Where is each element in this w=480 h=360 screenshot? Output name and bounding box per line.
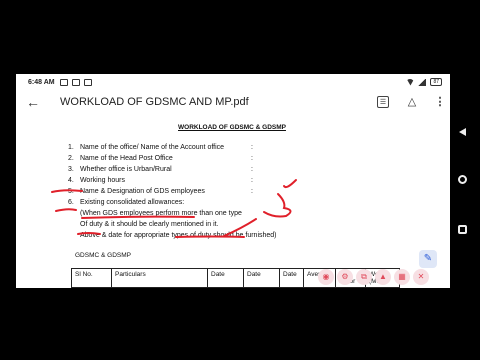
item-number: 4. (68, 177, 74, 184)
phone-screen: 6:48 AM 87 ← WORKLOAD OF GDSMC AND MP.pd… (16, 74, 450, 288)
table-header: Date (279, 268, 304, 288)
table-header: Particulars (111, 268, 208, 288)
close-icon[interactable]: ✕ (413, 269, 429, 285)
nav-back-icon[interactable] (459, 128, 466, 136)
item-number: 5. (68, 188, 74, 195)
notification-icon (84, 79, 92, 86)
status-bar: 6:48 AM 87 (16, 74, 450, 92)
note-line: Above & date for appropriate types of du… (80, 232, 277, 239)
ink-stroke (55, 208, 77, 212)
list-item: 5. Name & Designation of GDS employees (68, 188, 205, 195)
camera-icon[interactable]: ◉ (318, 269, 334, 285)
document-heading: WORKLOAD OF GDSMC & GDSMP (178, 124, 286, 131)
table-header: Date (207, 268, 244, 288)
item-text: Name & Designation of GDS employees (79, 188, 205, 195)
item-number: 6. (68, 199, 74, 206)
battery-icon: 87 (430, 78, 442, 86)
notification-icon (60, 79, 68, 86)
colon: : (251, 177, 253, 184)
nav-recent-icon[interactable] (458, 225, 467, 234)
list-item: 4. Working hours (68, 177, 125, 184)
item-number: 2. (68, 155, 74, 162)
item-number: 3. (68, 166, 74, 173)
list-item: 1. Name of the office/ Name of the Accou… (68, 144, 224, 151)
status-time: 6:48 AM (28, 79, 55, 86)
android-nav-bar (456, 120, 470, 260)
item-number: 1. (68, 144, 74, 151)
wifi-icon (406, 78, 415, 86)
pencil-icon[interactable]: ✎ (419, 250, 437, 268)
nav-home-icon[interactable] (458, 175, 467, 184)
pdf-page: WORKLOAD OF GDSMC & GDSMP 1. Name of the… (16, 116, 450, 288)
annotation-toolbar: ◉ ⚙ ⧉ ▲ ▦ ✕ (318, 269, 429, 285)
notification-icon (72, 79, 80, 86)
more-vert-icon[interactable]: ⋮ (434, 96, 446, 108)
page-number-icon[interactable]: ☰ (377, 96, 389, 108)
colon: : (251, 155, 253, 162)
ink-stroke (263, 193, 292, 218)
table-header: Sl No. (71, 268, 112, 288)
add-to-drive-icon[interactable]: △ (406, 96, 418, 108)
item-text: Name of the office/ Name of the Account … (79, 144, 225, 151)
item-text: Name of the Head Post Office (79, 155, 173, 162)
list-item: 2. Name of the Head Post Office (68, 155, 173, 162)
highlight-icon[interactable]: ▲ (375, 269, 391, 285)
note-line: (When GDS employees perform more than on… (80, 210, 242, 217)
item-text: Existing consolidated allowances: (79, 199, 185, 206)
item-text: Whether office is Urban/Rural (79, 166, 172, 173)
ink-stroke (283, 179, 297, 189)
sub-heading: GDSMC & GDSMP (75, 252, 131, 259)
note-line: Of duty & it should be clearly mentioned… (80, 221, 219, 228)
colon: : (251, 166, 253, 173)
app-bar: ← WORKLOAD OF GDSMC AND MP.pdf ☰ △ ⋮ (16, 92, 450, 114)
list-item: 6. Existing consolidated allowances: (68, 199, 184, 206)
document-title: WORKLOAD OF GDSMC AND MP.pdf (60, 96, 249, 108)
copy-icon[interactable]: ⧉ (356, 269, 372, 285)
table-header: Date (243, 268, 280, 288)
list-item: 3. Whether office is Urban/Rural (68, 166, 172, 173)
settings-icon[interactable]: ⚙ (337, 269, 353, 285)
signal-icon (418, 78, 427, 86)
colon: : (251, 144, 253, 151)
item-text: Working hours (79, 177, 125, 184)
status-right: 87 (406, 78, 442, 86)
arrow-left-icon[interactable]: ← (26, 94, 40, 110)
grid-icon[interactable]: ▦ (394, 269, 410, 285)
colon: : (251, 188, 253, 195)
